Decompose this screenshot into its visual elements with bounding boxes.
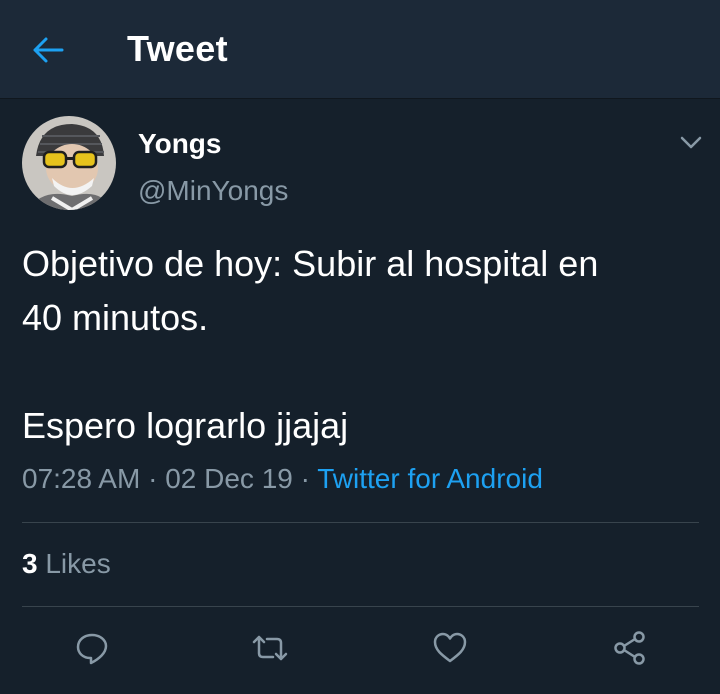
share-button[interactable] [608, 626, 652, 670]
likes-count: 3 [22, 548, 38, 579]
divider [22, 522, 699, 523]
author-display-name[interactable]: Yongs [138, 128, 221, 160]
likes-stat[interactable]: 3 Likes [22, 548, 111, 580]
retweet-button[interactable] [248, 626, 292, 670]
divider [22, 606, 699, 607]
like-icon [433, 632, 467, 663]
tweet-text-line: 40 minutos. [22, 297, 209, 338]
top-bar: Tweet [0, 0, 720, 99]
retweet-icon [252, 635, 288, 661]
tweet-text-line: Objetivo de hoy: Subir al hospital en [22, 243, 599, 284]
tweet-time: 07:28 AM [22, 463, 141, 494]
likes-label: Likes [45, 548, 111, 579]
tweet-menu-button[interactable] [676, 128, 706, 158]
meta-separator: · [300, 463, 310, 494]
back-arrow-icon [33, 37, 64, 63]
tweet-source-link[interactable]: Twitter for Android [317, 463, 543, 494]
like-button[interactable] [428, 626, 472, 670]
back-button[interactable] [28, 32, 68, 68]
chevron-down-icon [680, 136, 702, 149]
avatar[interactable] [22, 116, 116, 210]
tweet-date: 02 Dec 19 [165, 463, 293, 494]
share-icon [614, 631, 645, 665]
meta-separator: · [148, 463, 158, 494]
page-title: Tweet [127, 28, 228, 69]
reply-button[interactable] [70, 626, 114, 670]
reply-icon [76, 633, 108, 665]
author-handle[interactable]: @MinYongs [138, 175, 288, 207]
tweet-text: Objetivo de hoy: Subir al hospital en 40… [22, 237, 702, 453]
tweet-text-line: Espero lograrlo jjajaj [22, 405, 349, 446]
tweet-meta: 07:28 AM · 02 Dec 19 · Twitter for Andro… [22, 463, 543, 495]
